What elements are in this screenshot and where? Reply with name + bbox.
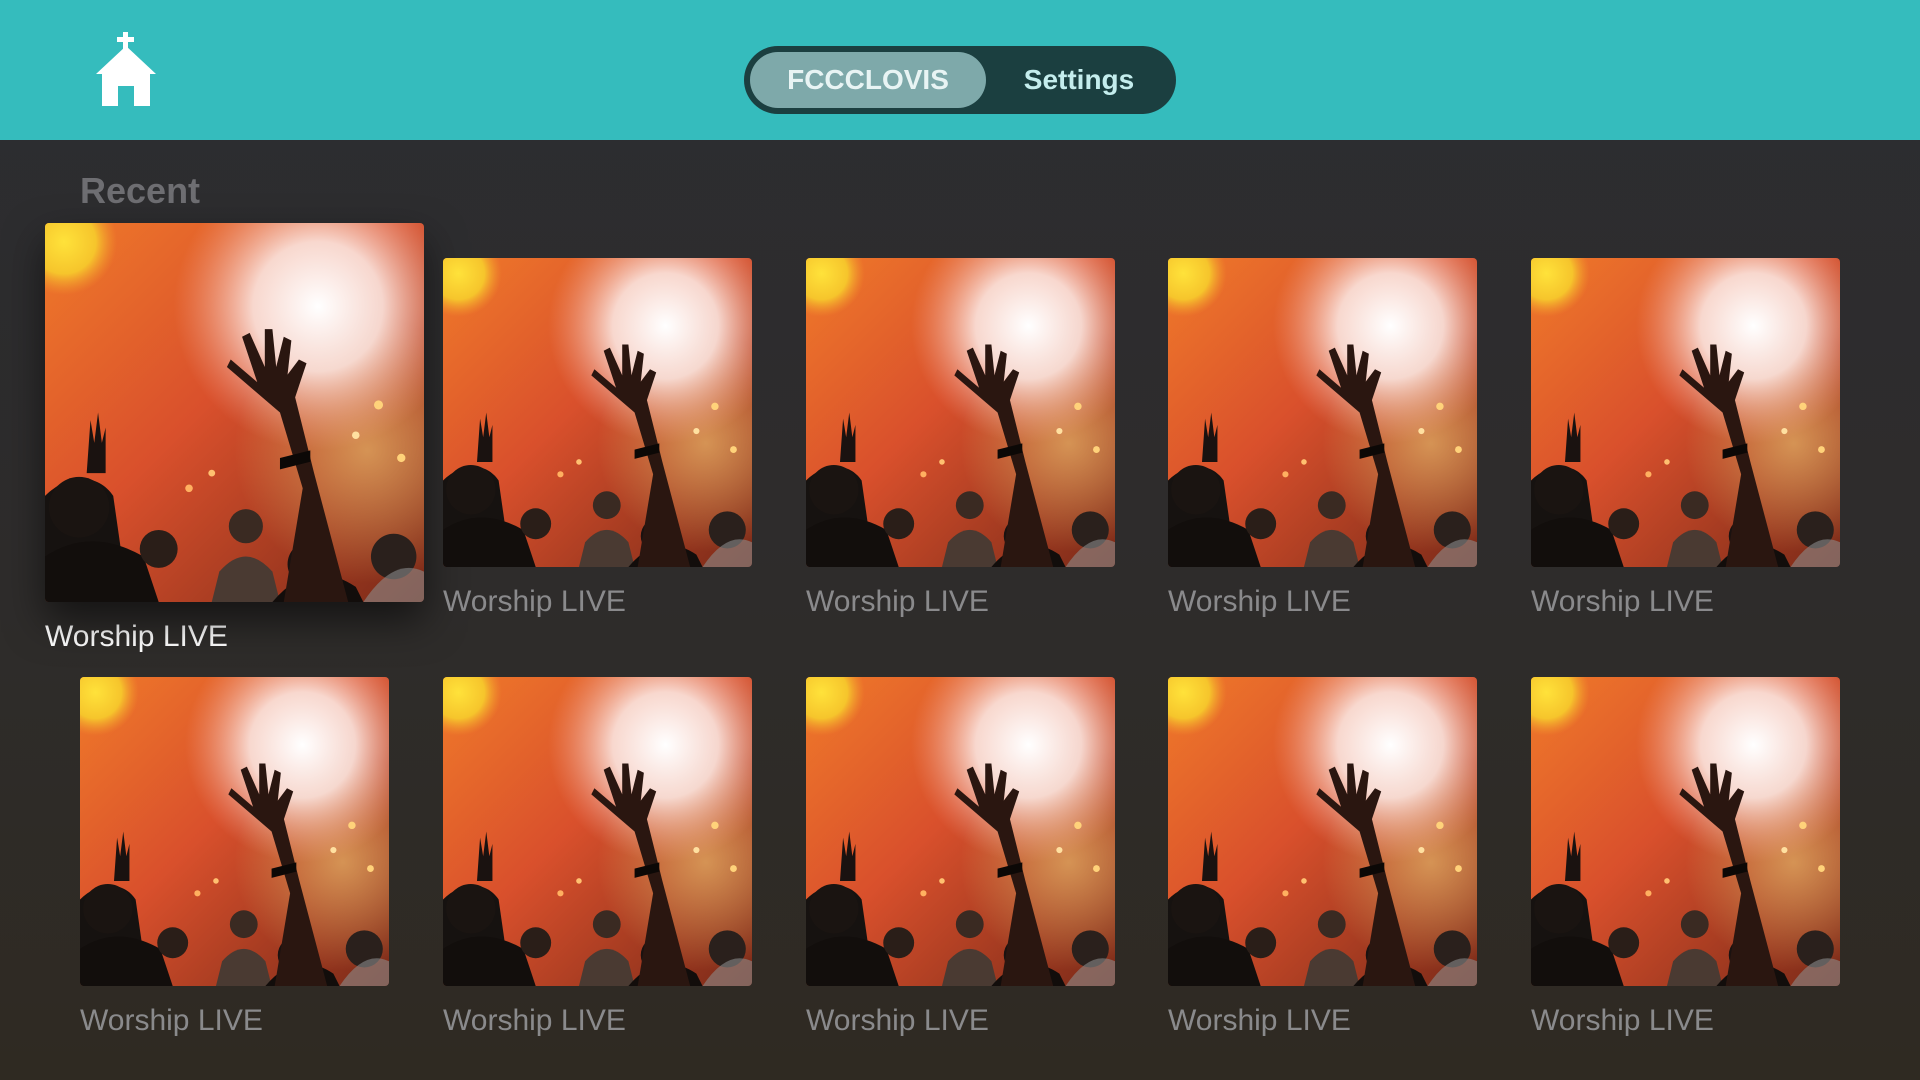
video-title: Worship LIVE bbox=[1168, 585, 1351, 618]
video-thumbnail bbox=[806, 258, 1115, 567]
video-thumbnail bbox=[1531, 258, 1840, 567]
video-thumbnail bbox=[45, 223, 424, 602]
video-title: Worship LIVE bbox=[806, 585, 989, 618]
video-tile[interactable]: Worship LIVE bbox=[1168, 677, 1477, 1038]
video-title: Worship LIVE bbox=[1531, 1004, 1714, 1037]
video-thumbnail bbox=[1168, 258, 1477, 567]
top-bar: FCCCLOVIS Settings bbox=[0, 0, 1920, 140]
video-thumbnail bbox=[443, 258, 752, 567]
tab-bar: FCCCLOVIS Settings bbox=[744, 46, 1176, 114]
video-thumbnail bbox=[1168, 677, 1477, 986]
video-tile[interactable]: Worship LIVE bbox=[443, 258, 752, 619]
video-title: Worship LIVE bbox=[806, 1004, 989, 1037]
section-title-recent: Recent bbox=[80, 170, 201, 211]
video-tile[interactable]: Worship LIVE bbox=[80, 677, 389, 1038]
video-tile[interactable]: Worship LIVE bbox=[45, 223, 424, 654]
video-thumbnail bbox=[806, 677, 1115, 986]
video-title: Worship LIVE bbox=[1531, 585, 1714, 618]
tab-settings[interactable]: Settings bbox=[988, 52, 1170, 108]
video-title: Worship LIVE bbox=[443, 585, 626, 618]
video-tile[interactable]: Worship LIVE bbox=[1168, 258, 1477, 619]
video-tile[interactable]: Worship LIVE bbox=[806, 677, 1115, 1038]
tab-fccclovis[interactable]: FCCCLOVIS bbox=[750, 52, 986, 108]
video-thumbnail bbox=[80, 677, 389, 986]
video-title: Worship LIVE bbox=[1168, 1004, 1351, 1037]
video-title: Worship LIVE bbox=[443, 1004, 626, 1037]
video-tile[interactable]: Worship LIVE bbox=[443, 677, 752, 1038]
video-tile[interactable]: Worship LIVE bbox=[1531, 258, 1840, 619]
video-thumbnail bbox=[1531, 677, 1840, 986]
video-thumbnail bbox=[443, 677, 752, 986]
video-title: Worship LIVE bbox=[45, 620, 228, 653]
video-tile[interactable]: Worship LIVE bbox=[1531, 677, 1840, 1038]
video-tile[interactable]: Worship LIVE bbox=[806, 258, 1115, 619]
church-home-icon[interactable] bbox=[94, 32, 158, 108]
video-title: Worship LIVE bbox=[80, 1004, 263, 1037]
